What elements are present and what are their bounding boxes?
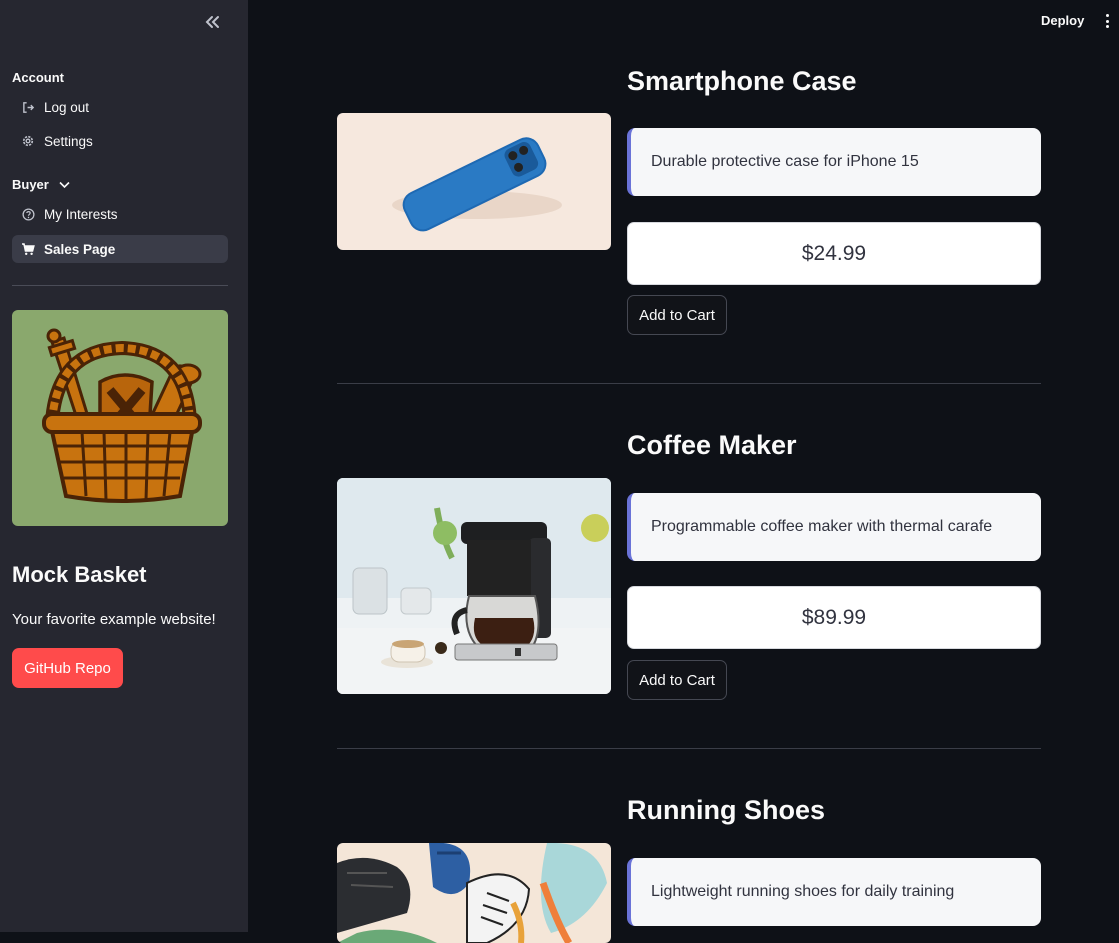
sidebar-item-label: My Interests <box>44 206 118 222</box>
product-image-smartphone-case <box>337 113 611 250</box>
kebab-dot <box>1105 19 1109 23</box>
product-description: Lightweight running shoes for daily trai… <box>627 858 1041 926</box>
product-description: Programmable coffee maker with thermal c… <box>627 493 1041 561</box>
collapse-sidebar-button[interactable] <box>200 10 224 34</box>
sidebar-divider <box>12 285 228 286</box>
product-card-running-shoes: Running Shoes Lightweight running shoes … <box>337 795 1041 943</box>
sidebar-item-settings[interactable]: Settings <box>12 127 228 155</box>
main-menu-button[interactable] <box>1101 12 1113 30</box>
product-image-running-shoes <box>337 843 611 943</box>
double-chevron-left-icon <box>205 16 219 28</box>
sidebar-item-sales-page[interactable]: Sales Page <box>12 235 228 263</box>
sidebar-item-label: Settings <box>44 133 93 149</box>
logout-icon <box>21 100 35 114</box>
product-description: Durable protective case for iPhone 15 <box>627 128 1041 196</box>
shopping-cart-icon <box>21 242 35 256</box>
section-label-account: Account <box>12 70 64 85</box>
kebab-menu-icon <box>1105 14 1109 17</box>
product-title: Smartphone Case <box>627 66 857 96</box>
add-to-cart-button[interactable]: Add to Cart <box>627 295 727 335</box>
sidebar-item-label: Log out <box>44 99 90 115</box>
product-title: Running Shoes <box>627 795 825 825</box>
product-card-coffee-maker: Coffee Maker Programmable coffee maker w… <box>337 430 1041 760</box>
github-repo-button[interactable]: GitHub Repo <box>12 648 123 688</box>
mock-basket-logo <box>12 310 228 526</box>
product-price: $24.99 <box>627 222 1041 285</box>
sidebar-section-account: Account <box>12 70 64 85</box>
product-title: Coffee Maker <box>627 430 797 460</box>
add-to-cart-button[interactable]: Add to Cart <box>627 660 727 700</box>
deploy-button[interactable]: Deploy <box>1041 13 1084 28</box>
kebab-dot <box>1105 25 1109 28</box>
product-divider <box>337 748 1041 749</box>
product-divider <box>337 383 1041 384</box>
chevron-down-icon <box>59 181 70 188</box>
sidebar-section-buyer[interactable]: Buyer <box>12 177 70 192</box>
section-label-buyer: Buyer <box>12 177 49 192</box>
sidebar-item-my-interests[interactable]: My Interests <box>12 200 228 228</box>
product-price: $89.99 <box>627 586 1041 649</box>
sidebar: Account Log out Settings Buyer My Intere… <box>0 0 248 932</box>
sidebar-item-logout[interactable]: Log out <box>12 93 228 121</box>
brand-title: Mock Basket <box>12 562 147 587</box>
brand-tagline: Your favorite example website! <box>12 611 216 628</box>
product-card-smartphone-case: Smartphone Case Durable protective case … <box>337 66 1041 396</box>
sidebar-item-label: Sales Page <box>44 241 116 257</box>
product-image-coffee-maker <box>337 478 611 694</box>
question-circle-icon <box>21 207 35 221</box>
gear-icon <box>21 134 35 148</box>
